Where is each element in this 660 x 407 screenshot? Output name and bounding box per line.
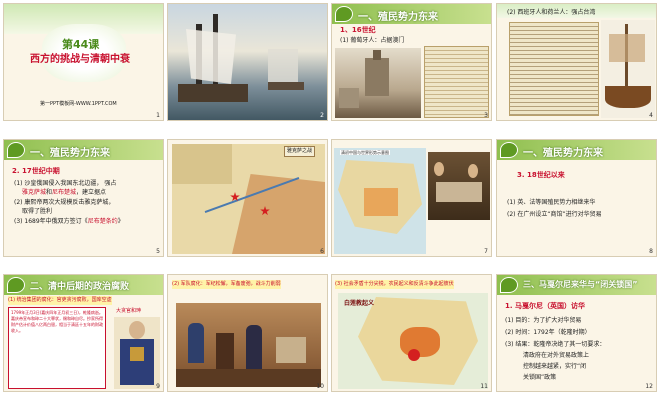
- slide-2[interactable]: 2: [167, 3, 328, 121]
- map-title-tag: 雅克萨之战: [284, 146, 316, 157]
- yakesa-battle-map: 雅克萨之战: [172, 144, 325, 254]
- subheading: (1) 葡萄牙人：占据澳门: [340, 37, 405, 44]
- slide-title: 西方的挑战与清朝中衰: [30, 54, 130, 65]
- historical-photo: [428, 152, 490, 220]
- slide-number: 8: [649, 248, 653, 255]
- dutch-ship-image: [601, 20, 655, 118]
- slide-number: 7: [484, 248, 488, 255]
- point-3: (3) 1689年中俄双方签订《尼布楚条约》: [14, 218, 124, 225]
- point-2-cont: 取得了胜利: [22, 208, 53, 215]
- slide-header-bar: 三、马戛尔尼来华与“闭关锁国”: [497, 275, 656, 295]
- slide-header-bar: 二、清中后期的政治腐败: [4, 275, 163, 295]
- slide-9[interactable]: 二、清中后期的政治腐败 (1) 统治集团的腐化：官吏贪污腐败，国库空虚 1799…: [3, 274, 164, 392]
- slide-4[interactable]: (2) 西班牙人和荷兰人：强占台湾 4: [496, 3, 657, 121]
- text-scroll: [509, 22, 599, 116]
- section-heading: 1. 马戛尔尼（英国）访华: [505, 302, 585, 310]
- point-3: (3) 结果：乾隆帝决绝了其一切要求：: [505, 341, 606, 348]
- point-1: (1) 沙皇俄国侵入我国东北边疆， 强占: [14, 180, 117, 187]
- slide-7[interactable]: 清初中国与世界形势示意图 7: [331, 139, 492, 257]
- subheading: (2) 军队腐化：军纪松懈，军备废弛，战斗力削弱: [172, 280, 281, 289]
- map-label: 白莲教起义: [344, 300, 375, 307]
- point-2: (2) 时间：1792年（乾隆时期）: [505, 329, 591, 336]
- slide-number: 5: [156, 248, 160, 255]
- naval-battle-painting: [168, 4, 327, 120]
- slide-number: 2: [320, 112, 324, 119]
- slide-6[interactable]: 雅克萨之战 6: [167, 139, 328, 257]
- lesson-number: 第44课: [62, 38, 100, 51]
- point-1: (1) 英、法等国殖民势力相继来华: [507, 199, 596, 206]
- soldiers-painting: [176, 303, 321, 387]
- footer-text: 第一PPT模板网-WWW.1PPT.COM: [40, 101, 117, 107]
- title-badge: [42, 24, 126, 82]
- portrait-label: 大贪官和珅: [116, 308, 142, 314]
- subheading: (1) 统治集团的腐化：官吏贪污腐败，国库空虚: [8, 296, 112, 305]
- uprising-map: 白莲教起义: [338, 293, 488, 389]
- slide-sorter-grid: 第44课 西方的挑战与清朝中衰 第一PPT模板网-WWW.1PPT.COM 1 …: [0, 0, 660, 407]
- slide-12[interactable]: 三、马戛尔尼来华与“闭关锁国” 1. 马戛尔尼（英国）访华 (1) 目的：为了扩…: [496, 274, 657, 392]
- slide-11[interactable]: (3) 社会矛盾十分尖锐，农民起义和反清斗争此起彼伏 白莲教起义 11: [331, 274, 492, 392]
- slide-number: 11: [480, 383, 488, 390]
- slide-number: 4: [649, 112, 653, 119]
- slide-8[interactable]: 一、殖民势力东来 3. 18世纪以来 (1) 英、法等国殖民势力相继来华 (2)…: [496, 139, 657, 257]
- macau-painting: [335, 48, 421, 118]
- section-heading: 1、16世纪: [340, 26, 376, 34]
- point-3-cont-3: 关锁国”政策: [523, 374, 557, 381]
- text-scroll: [424, 46, 489, 118]
- slide-header-bar: 一、殖民势力东来: [497, 140, 656, 160]
- point-1: (1) 目的：为了扩大对华贸易: [505, 317, 582, 324]
- slide-header-bar: 一、殖民势力东来: [4, 140, 163, 160]
- world-situation-map: 清初中国与世界形势示意图: [334, 148, 426, 254]
- slide-10[interactable]: (2) 军队腐化：军纪松懈，军备废弛，战斗力削弱 10: [167, 274, 328, 392]
- slide-number: 3: [484, 112, 488, 119]
- slide-number: 9: [156, 383, 160, 390]
- point-2: (2) 在广州设立“商馆”进行对华贸易: [507, 211, 602, 218]
- slide-number: 12: [645, 383, 653, 390]
- point-3-cont-1: 清政府在对外贸易政策上: [523, 352, 590, 359]
- slide-5[interactable]: 一、殖民势力东来 2. 17世纪中期 (1) 沙皇俄国侵入我国东北边疆， 强占 …: [3, 139, 164, 257]
- section-heading: 2. 17世纪中期: [12, 167, 60, 175]
- section-heading: 3. 18世纪以来: [517, 171, 565, 179]
- subheading: (3) 社会矛盾十分尖锐，农民起义和反清斗争此起彼伏: [335, 280, 454, 289]
- text-box: 1799年正月3日(嘉庆四年正月初三日)，乾隆病逝。嘉庆帝宣布和珅二十大罪状，赐…: [8, 307, 106, 389]
- slide-number: 1: [156, 112, 160, 119]
- slide-header-bar: 一、殖民势力东来: [332, 4, 491, 24]
- slide-number: 6: [320, 248, 324, 255]
- point-1-cont: 雅克萨城和尼布楚城，建立据点: [22, 189, 107, 196]
- slide-1[interactable]: 第44课 西方的挑战与清朝中衰 第一PPT模板网-WWW.1PPT.COM 1: [3, 3, 164, 121]
- slide-3[interactable]: 一、殖民势力东来 1、16世纪 (1) 葡萄牙人：占据澳门 3: [331, 3, 492, 121]
- subheading: (2) 西班牙人和荷兰人：强占台湾: [507, 9, 596, 16]
- point-2: (2) 康熙帝两次大规模反击雅克萨城，: [14, 199, 115, 206]
- point-3-cont-2: 控制越来越紧，实行“闭: [523, 363, 587, 370]
- slide-number: 10: [316, 383, 324, 390]
- heshen-portrait: [114, 317, 160, 389]
